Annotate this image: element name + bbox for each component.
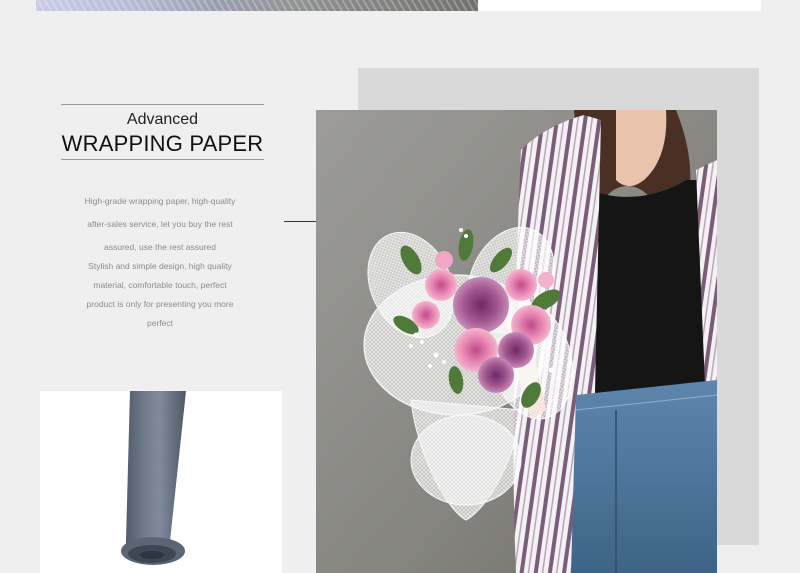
- bouquet-photo-illustration: [316, 110, 717, 573]
- description-line: High-grade wrapping paper, high-quality: [84, 196, 236, 206]
- product-roll-image: [40, 391, 282, 573]
- previous-section-image: [36, 0, 478, 11]
- description-line: after-sales service, let you buy the res…: [87, 219, 233, 229]
- wrapping-paper-roll-icon: [40, 391, 282, 573]
- description-line: perfect: [147, 318, 173, 328]
- title-main: WRAPPING PAPER: [61, 131, 264, 156]
- title-subtitle: Advanced: [126, 111, 199, 128]
- section-title: Advanced WRAPPING PAPER: [61, 104, 264, 160]
- description-line: assured, use the rest assured: [104, 242, 216, 252]
- previous-section-panel: [478, 0, 761, 11]
- bouquet-photo: [316, 110, 717, 573]
- description-line: Stylish and simple design, high quality: [88, 261, 232, 271]
- description-line: material, comfortable touch, perfect: [93, 280, 227, 290]
- connector-line: [284, 221, 318, 222]
- description-line: product is only for presenting you more: [86, 299, 234, 309]
